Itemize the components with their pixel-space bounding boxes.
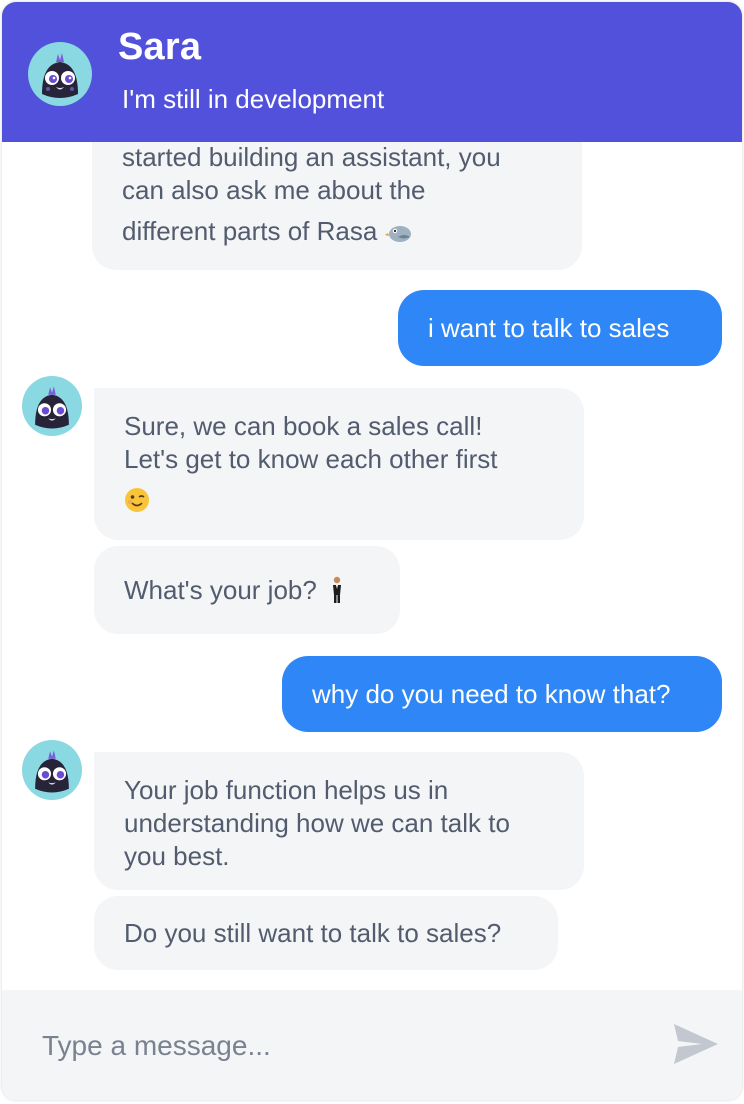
bot-message: Do you still want to talk to sales? — [94, 896, 558, 970]
message-line: Sure, we can book a sales call! — [124, 411, 483, 441]
user-message: i want to talk to sales — [398, 290, 722, 366]
bot-avatar-icon — [22, 740, 82, 800]
bot-message: Sure, we can book a sales call! Let's ge… — [94, 388, 584, 540]
bot-message: What's your job? — [94, 546, 400, 634]
message-text: Do you still want to talk to sales? — [124, 917, 502, 948]
message-line: understanding how we can talk to — [124, 808, 510, 838]
message-text: why do you need to know that? — [312, 678, 671, 709]
message-line: Let's get to know each other first — [124, 444, 498, 474]
bot-avatar-icon — [22, 376, 82, 436]
bot-avatar-icon — [28, 42, 92, 106]
message-text: i want to talk to sales — [428, 312, 670, 343]
winking-face-emoji-icon — [125, 488, 149, 513]
bot-name-title: Sara — [118, 26, 202, 68]
message-composer — [2, 990, 742, 1100]
chat-widget: Sara I'm still in development started bu… — [2, 2, 742, 1100]
send-icon[interactable] — [672, 1022, 720, 1066]
message-line: different parts of Rasa — [122, 216, 378, 246]
message-line: you best. — [124, 841, 230, 871]
message-line: can also ask me about the — [122, 175, 426, 205]
bot-message: started building an assistant, you can a… — [92, 142, 582, 270]
user-message: why do you need to know that? — [282, 656, 722, 732]
message-line-with-emoji: different parts of Rasa — [122, 215, 552, 248]
bot-message: Your job function helps us in understand… — [94, 752, 584, 890]
bird-emoji-icon — [384, 226, 411, 243]
message-line: started building an assistant, you — [122, 142, 501, 172]
message-input[interactable] — [42, 1020, 642, 1072]
emoji-line — [124, 482, 554, 515]
chat-header: Sara I'm still in development — [2, 2, 742, 142]
bot-status-subtitle: I'm still in development — [122, 84, 385, 114]
message-line: Your job function helps us in — [124, 775, 449, 805]
message-text: What's your job? — [124, 574, 317, 605]
message-list[interactable]: started building an assistant, you can a… — [2, 142, 742, 990]
person-in-suit-emoji-icon — [332, 576, 341, 603]
